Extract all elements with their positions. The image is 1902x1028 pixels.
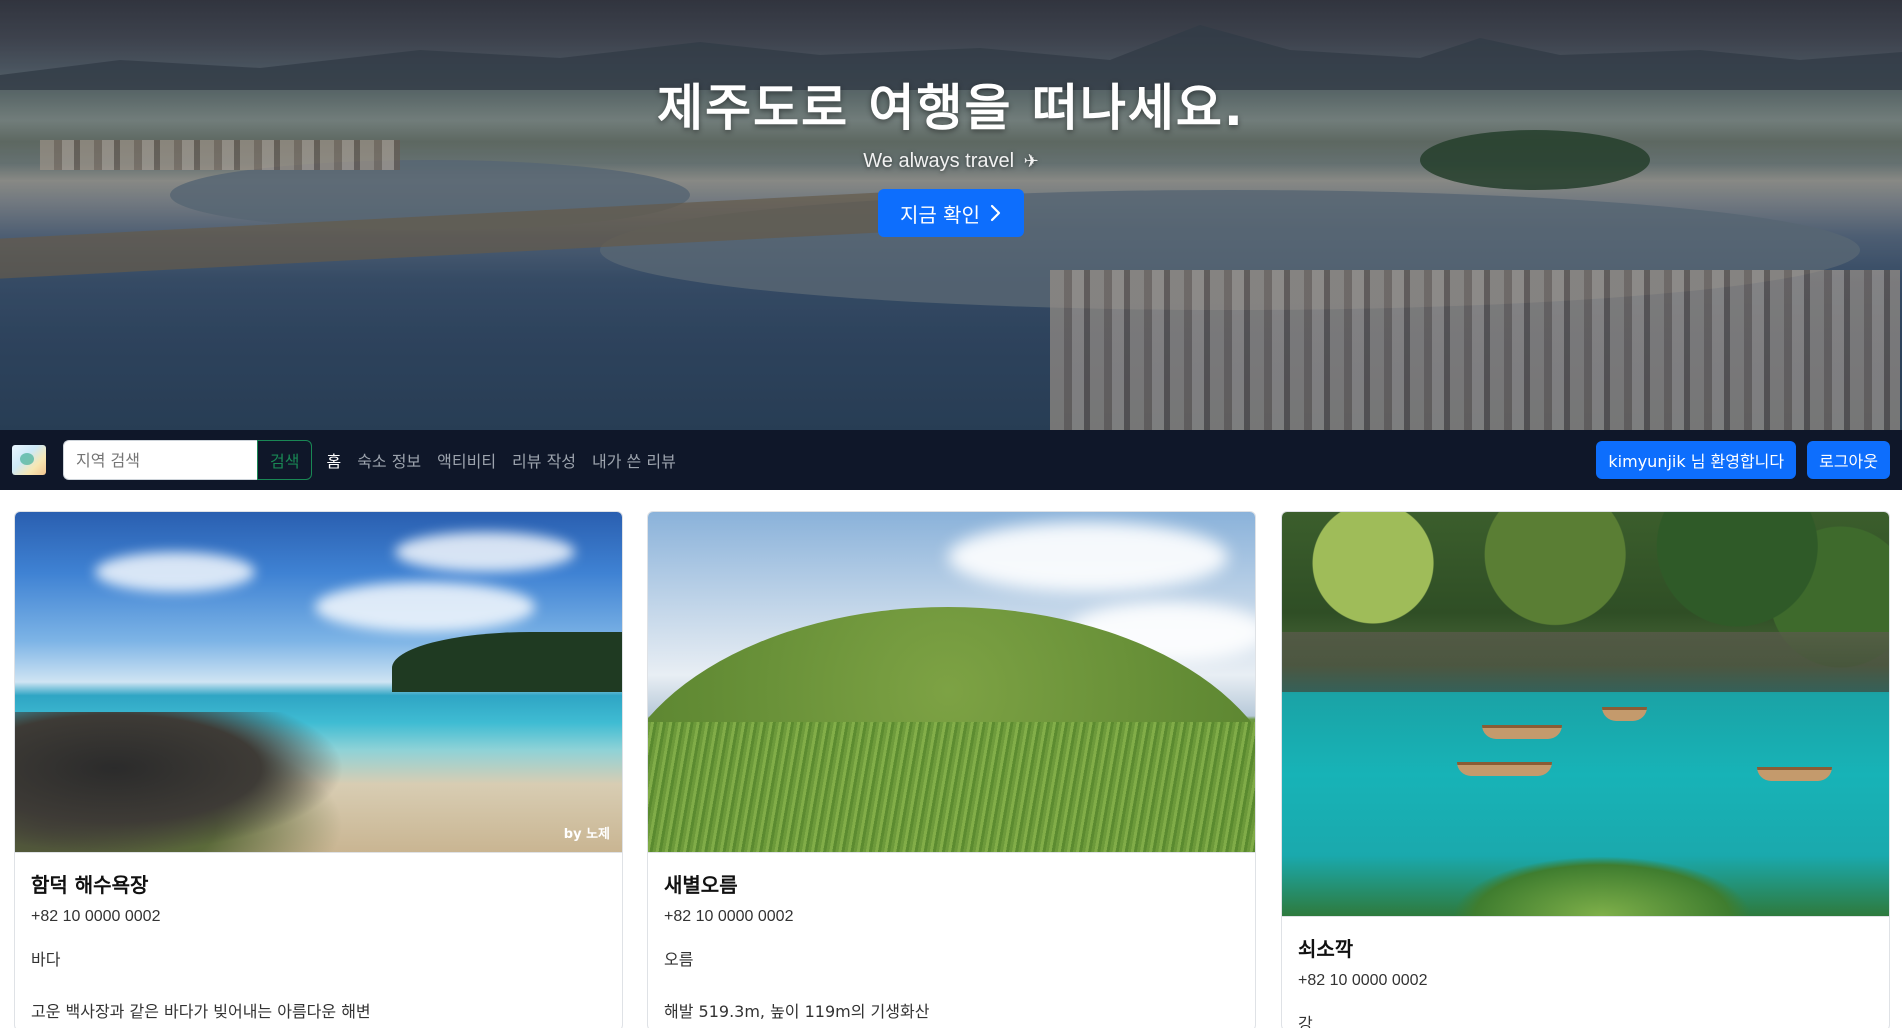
card-phone: +82 10 0000 0002 — [664, 908, 794, 925]
nav-link-activity[interactable]: 액티비티 — [429, 448, 504, 472]
card-image-river — [1282, 512, 1889, 917]
boat-shape — [1757, 767, 1832, 781]
place-card[interactable]: 쇠소깍 +82 10 0000 0002 강 — [1281, 511, 1890, 1028]
logout-button[interactable]: 로그아웃 — [1807, 441, 1890, 479]
navbar: 검색 홈 숙소 정보 액티비티 리뷰 작성 내가 쓴 리뷰 kimyunjik … — [0, 430, 1902, 490]
welcome-user-button[interactable]: kimyunjik 님 환영합니다 — [1596, 441, 1797, 479]
hero-title: 제주도로 여행을 떠나세요. — [657, 79, 1245, 137]
card-category: 바다 — [31, 950, 61, 969]
cloud-shape — [315, 582, 535, 632]
rock-cliff — [1282, 632, 1889, 692]
boat-shape — [1602, 707, 1647, 721]
foreground-leaves — [1452, 856, 1752, 916]
card-title: 새별오름 — [664, 873, 738, 897]
card-image-oreum — [648, 512, 1255, 853]
card-description: 해발 519.3m, 높이 119m의 기생화산 — [664, 1002, 930, 1021]
card-body: 쇠소깍 +82 10 0000 0002 강 — [1282, 917, 1889, 1028]
cloud-shape — [395, 532, 575, 572]
image-credit: by 노제 — [563, 827, 610, 842]
card-phone: +82 10 0000 0002 — [1298, 972, 1428, 989]
cloud-shape — [95, 552, 255, 592]
boat-shape — [1457, 762, 1552, 776]
chevron-right-icon — [990, 204, 1001, 222]
nav-links: 홈 숙소 정보 액티비티 리뷰 작성 내가 쓴 리뷰 — [318, 448, 683, 472]
hero-subtitle: We always travel ✈ — [0, 150, 1902, 173]
card-body: 함덕 해수욕장 +82 10 0000 0002 바다 고운 백사장과 같은 바… — [15, 853, 622, 1028]
nav-user-actions: kimyunjik 님 환영합니다 로그아웃 — [1596, 441, 1890, 479]
place-card[interactable]: by 노제 함덕 해수욕장 +82 10 0000 0002 바다 고운 백사장… — [14, 511, 623, 1028]
place-card[interactable]: 새별오름 +82 10 0000 0002 오름 해발 519.3m, 높이 1… — [647, 511, 1256, 1028]
card-category: 오름 — [664, 950, 694, 969]
search-button[interactable]: 검색 — [257, 440, 313, 480]
card-description: 고운 백사장과 같은 바다가 빚어내는 아름다운 해변 — [31, 1002, 371, 1021]
hero-banner: 제주도로 여행을 떠나세요. We always travel ✈ 지금 확인 — [0, 0, 1902, 430]
boat-shape — [1482, 725, 1562, 739]
card-title: 함덕 해수욕장 — [31, 873, 149, 897]
nav-link-accommodation[interactable]: 숙소 정보 — [349, 448, 429, 472]
hero-content: 제주도로 여행을 떠나세요. We always travel ✈ 지금 확인 — [0, 68, 1902, 237]
nav-link-home[interactable]: 홈 — [318, 448, 349, 472]
check-now-button[interactable]: 지금 확인 — [878, 189, 1024, 237]
search-form: 검색 — [63, 440, 313, 480]
hero-subtitle-text: We always travel — [863, 150, 1015, 172]
card-title: 쇠소깍 — [1298, 937, 1354, 961]
cloud-shape — [948, 522, 1228, 592]
region-search-input[interactable] — [63, 440, 257, 480]
airplane-icon: ✈ — [1023, 151, 1039, 171]
check-now-label: 지금 확인 — [900, 202, 980, 227]
card-image-beach: by 노제 — [15, 512, 622, 853]
card-phone: +82 10 0000 0002 — [31, 908, 161, 925]
place-cards: by 노제 함덕 해수욕장 +82 10 0000 0002 바다 고운 백사장… — [14, 511, 1890, 1028]
nav-link-write-review[interactable]: 리뷰 작성 — [504, 448, 584, 472]
site-logo[interactable] — [12, 445, 46, 475]
card-category: 강 — [1298, 1014, 1313, 1028]
grass-field — [648, 722, 1255, 852]
coastal-hill — [392, 632, 622, 692]
nav-link-my-reviews[interactable]: 내가 쓴 리뷰 — [584, 448, 684, 472]
coastal-rocks — [15, 712, 345, 852]
card-body: 새별오름 +82 10 0000 0002 오름 해발 519.3m, 높이 1… — [648, 853, 1255, 1028]
